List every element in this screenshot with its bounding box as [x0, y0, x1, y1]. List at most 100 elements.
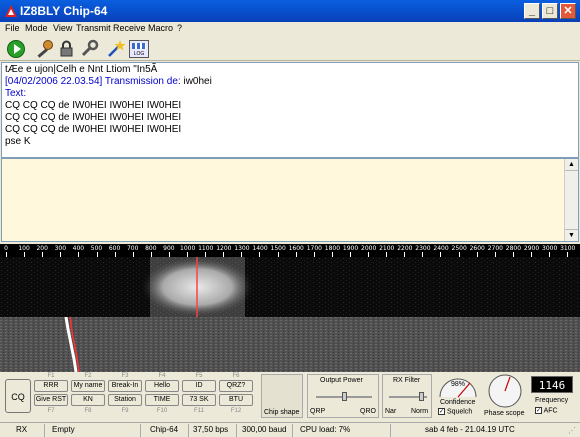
ruler-tick-label: 2100: [379, 245, 395, 252]
play-icon[interactable]: [6, 39, 26, 59]
phase-scope-icon: [488, 374, 522, 408]
macro-button[interactable]: TIME: [145, 394, 179, 406]
rx-filter-panel: RX Filter Nar Norm: [382, 374, 432, 418]
afc-checkbox[interactable]: ✓ AFC: [535, 407, 558, 414]
macro-button[interactable]: ID: [182, 380, 216, 392]
ruler-tick-label: 0: [4, 245, 8, 252]
phase-scope-label: Phase scope: [484, 410, 525, 417]
macro-button[interactable]: My name: [71, 380, 105, 392]
status-mode: RX: [16, 425, 28, 434]
minimize-icon: _: [528, 5, 536, 17]
ruler-tick-label: 800: [145, 245, 157, 252]
close-button[interactable]: ✕: [560, 3, 576, 19]
control-panel: CQ F1 RRR F2 My name F3 Break-In F4 Hello F5 ID F6…: [0, 372, 580, 422]
macro-button[interactable]: Break-In: [108, 380, 142, 392]
menu-mode[interactable]: Mode: [25, 23, 48, 33]
signal-history-waterfall[interactable]: [0, 317, 580, 372]
menu-receive[interactable]: Receive: [113, 23, 146, 33]
ruler-tick-label: 3100: [560, 245, 576, 252]
ruler-tick-label: 1600: [288, 245, 304, 252]
squelch-label: Squelch: [446, 408, 473, 416]
spectrum-waterfall[interactable]: [0, 257, 580, 317]
toolbar: LOG: [0, 37, 580, 61]
rx-transmission-header: [04/02/2006 22.03.54] Transmission de: i…: [5, 76, 212, 87]
squelch-check-icon[interactable]: ✓: [438, 408, 445, 415]
macro-key-label: F7: [47, 408, 55, 414]
macro-key-label: F12: [230, 408, 242, 414]
menu-help[interactable]: ?: [177, 23, 182, 33]
status-bps: 37,50 bps: [193, 425, 229, 434]
macro-button[interactable]: RRR: [34, 380, 68, 392]
rx-callsign: iw0hei: [180, 76, 212, 87]
macro-button[interactable]: Hello: [145, 380, 179, 392]
frequency-label: Frequency: [535, 397, 569, 404]
log-label: LOG: [133, 51, 145, 57]
app-logo-icon: [5, 5, 17, 17]
macro-button[interactable]: 73 SK: [182, 394, 216, 406]
macro-button[interactable]: KN: [71, 394, 105, 406]
macro-button[interactable]: QRZ?: [219, 380, 253, 392]
rx-filter-thumb[interactable]: [419, 392, 424, 401]
chip-shape-label: Chip shape: [264, 409, 300, 416]
macro-key-label: F6: [232, 373, 240, 379]
macro-key-label: F5: [195, 373, 203, 379]
ruler-tick-label: 3000: [542, 245, 558, 252]
history-image: [0, 317, 580, 372]
status-divider: [140, 424, 141, 437]
afc-label: AFC: [543, 407, 558, 415]
afc-check-icon[interactable]: ✓: [535, 407, 542, 414]
ruler-tick-label: 500: [90, 245, 103, 252]
macro-button[interactable]: BTU: [219, 394, 253, 406]
ruler-tick-label: 2300: [415, 245, 431, 252]
rx-line: CQ CQ CQ de IW0HEI IW0HEI IW0HEI: [5, 112, 182, 123]
macro-buttons: F1 RRR F2 My name F3 Break-In F4 Hello F5 ID F6 QRZ…: [34, 372, 256, 422]
output-power-thumb[interactable]: [342, 392, 347, 401]
status-cpu: CPU load: 7%: [300, 425, 351, 434]
chip-shape-panel[interactable]: Chip shape: [261, 374, 303, 418]
frequency-display[interactable]: 1146: [531, 376, 573, 393]
frequency-ruler[interactable]: 0 100 200 300 400 500 600 700 800 900 1000 1100 1200…: [0, 244, 580, 257]
maximize-button[interactable]: □: [542, 3, 558, 19]
status-divider: [236, 424, 237, 437]
transmit-text-area[interactable]: ▲ ▼: [1, 158, 579, 242]
rx-filter-label: RX Filter: [393, 377, 421, 384]
macro-key-label: F4: [158, 373, 166, 379]
menu-file[interactable]: File: [5, 23, 20, 33]
macro-button[interactable]: Station: [108, 394, 142, 406]
nar-label: Nar: [385, 408, 397, 415]
rx-timestamp: [04/02/2006 22.03.54] Transmission de:: [5, 76, 181, 87]
microphone-icon[interactable]: [35, 39, 55, 59]
status-bar: RX Empty Chip-64 37,50 bps 300,00 baud C…: [0, 422, 580, 437]
macro-key-label: F10: [156, 408, 168, 414]
menu-view[interactable]: View: [53, 23, 72, 33]
macro-button[interactable]: Give RST: [34, 394, 68, 406]
menu-transmit[interactable]: Transmit: [76, 23, 111, 33]
rx-line: pse K: [5, 136, 31, 147]
macro-key-label: F2: [84, 373, 92, 379]
scroll-up-icon[interactable]: ▲: [565, 159, 578, 171]
title-bar[interactable]: IZ8BLY Chip-64 _ □ ✕: [0, 0, 580, 22]
minimize-button[interactable]: _: [524, 3, 540, 19]
scroll-down-icon[interactable]: ▼: [565, 229, 578, 241]
cq-button[interactable]: CQ: [5, 379, 31, 413]
status-buffer: Empty: [52, 425, 75, 434]
ruler-tick-label: 700: [126, 245, 139, 252]
ruler-tick-label: 2500: [451, 245, 467, 252]
wrench-icon[interactable]: [79, 39, 99, 59]
status-baud: 300,00 baud: [242, 425, 287, 434]
output-power-label: Output Power: [320, 377, 363, 384]
log-button[interactable]: LOG: [129, 40, 149, 58]
status-divider: [44, 424, 45, 437]
receive-text-area[interactable]: tÆe e ujon|Celh e Nnt Ltiom "In5Ã [04/02…: [1, 62, 579, 158]
menu-macro[interactable]: Macro: [148, 23, 173, 33]
squelch-checkbox[interactable]: ✓ Squelch: [438, 408, 472, 415]
rx-line: CQ CQ CQ de IW0HEI IW0HEI IW0HEI: [5, 124, 182, 135]
norm-label: Norm: [411, 408, 429, 415]
window-title: IZ8BLY Chip-64: [20, 4, 108, 18]
resize-grip-icon[interactable]: ⋰: [568, 426, 576, 435]
wizard-icon[interactable]: [106, 39, 126, 59]
ruler-tick-label: 600: [108, 245, 121, 252]
lock-icon[interactable]: [57, 39, 77, 59]
tx-scrollbar[interactable]: ▲ ▼: [564, 159, 578, 241]
ruler-tick-label: 400: [72, 245, 85, 252]
